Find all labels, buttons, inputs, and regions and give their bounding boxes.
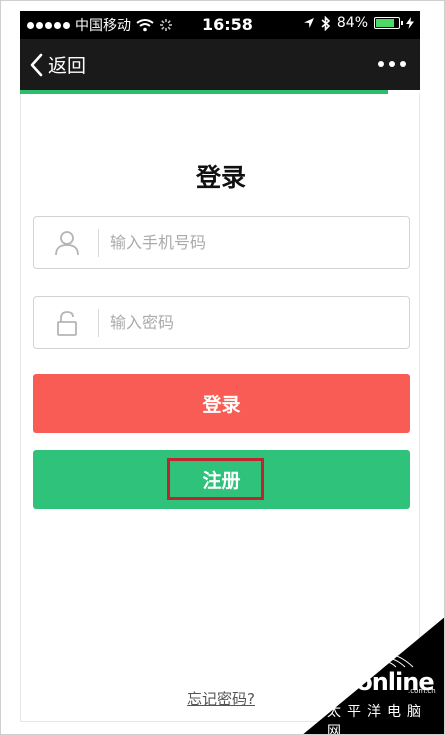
location-arrow-icon	[303, 18, 314, 28]
user-icon	[55, 231, 79, 256]
signal-icon	[27, 21, 70, 29]
bluetooth-icon	[321, 15, 331, 31]
password-field[interactable]	[33, 296, 410, 349]
nav-bar: 返回	[20, 39, 420, 90]
login-page: 登录 登录 注册 忘记密码?	[20, 94, 420, 722]
lock-icon	[57, 311, 77, 336]
charging-icon	[406, 17, 414, 29]
watermark-subtitle: 太平洋电脑网	[327, 704, 427, 735]
battery-icon	[374, 17, 403, 29]
status-right: 84%	[303, 15, 414, 31]
login-button[interactable]: 登录	[33, 374, 410, 433]
more-icon[interactable]	[378, 61, 406, 67]
battery-fill	[376, 19, 395, 27]
field-divider	[98, 229, 99, 257]
watermark-domain: .com.cn	[408, 687, 436, 695]
clock: 16:58	[202, 15, 253, 34]
page-title: 登录	[195, 163, 246, 192]
back-button[interactable]: 返回	[30, 51, 86, 78]
back-label: 返回	[48, 55, 87, 77]
chevron-left-icon	[30, 53, 43, 76]
field-divider	[98, 309, 99, 337]
battery-percent: 84%	[336, 15, 368, 31]
register-button[interactable]: 注册	[33, 450, 410, 509]
phone-screen: 中国移动 16:58 84% 返回 登录 输入手机号码 登录 注册 忘记密码? …	[0, 0, 445, 735]
status-bar: 中国移动 16:58 84%	[20, 11, 420, 39]
phone-input[interactable]	[108, 217, 398, 268]
status-left: 中国移动	[27, 15, 173, 35]
carrier-name: 中国移动	[75, 18, 131, 34]
phone-field[interactable]	[33, 216, 410, 269]
wifi-icon	[136, 19, 154, 32]
password-input[interactable]	[108, 297, 398, 348]
loading-spinner-icon	[160, 19, 172, 31]
